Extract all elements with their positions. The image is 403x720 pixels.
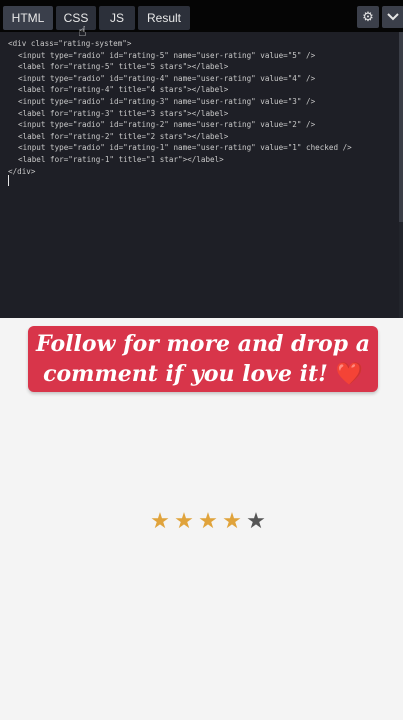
code-line: <div class="rating-system"> bbox=[8, 39, 132, 48]
code-editor: HTML CSS JS Result ☝ ⚙ <div class="ratin… bbox=[0, 0, 403, 318]
star-icon[interactable]: ★ bbox=[172, 508, 196, 536]
banner-line-2-text: comment if you love it! bbox=[43, 361, 328, 387]
gear-icon: ⚙ bbox=[362, 9, 374, 25]
follow-banner: Follow for more and drop a comment if yo… bbox=[28, 326, 378, 392]
star-rating[interactable]: ★ ★ ★ ★ ★ bbox=[148, 508, 268, 536]
settings-button[interactable]: ⚙ bbox=[357, 6, 379, 28]
banner-line-1: Follow for more and drop a bbox=[36, 331, 370, 357]
code-line: <label for="rating-5" title="5 stars"></… bbox=[18, 62, 229, 72]
code-line: </div> bbox=[8, 166, 36, 176]
star-icon[interactable]: ★ bbox=[148, 508, 172, 536]
tab-html[interactable]: HTML bbox=[3, 6, 53, 30]
code-line: <label for="rating-4" title="4 stars"></… bbox=[18, 85, 229, 95]
menu-button[interactable] bbox=[382, 6, 403, 28]
code-area[interactable]: <div class="rating-system"> <input type="… bbox=[0, 32, 400, 324]
code-line: <label for="rating-2" title="2 stars"></… bbox=[18, 131, 229, 141]
code-line: <input type="radio" id="rating-1" name="… bbox=[18, 143, 352, 153]
scrollbar[interactable] bbox=[399, 32, 403, 318]
heart-icon: ❤️ bbox=[335, 361, 363, 387]
code-line: <input type="radio" id="rating-3" name="… bbox=[18, 96, 316, 106]
code-line: <label for="rating-1" title="1 star"></l… bbox=[18, 154, 224, 164]
code-line: <label for="rating-3" title="3 stars"></… bbox=[18, 108, 229, 118]
code-line: <input type="radio" id="rating-5" name="… bbox=[18, 50, 316, 60]
chevron-down-icon bbox=[387, 13, 399, 21]
tab-bar: HTML CSS JS Result ☝ ⚙ bbox=[0, 0, 403, 39]
star-icon[interactable]: ★ bbox=[220, 508, 244, 536]
code-line: <input type="radio" id="rating-4" name="… bbox=[18, 73, 316, 83]
text-caret bbox=[8, 175, 9, 186]
star-icon[interactable]: ★ bbox=[196, 508, 220, 536]
code-line: <input type="radio" id="rating-2" name="… bbox=[18, 120, 316, 130]
star-icon[interactable]: ★ bbox=[244, 508, 268, 536]
tab-css[interactable]: CSS bbox=[56, 6, 96, 30]
tab-js[interactable]: JS bbox=[99, 6, 135, 30]
banner-line-2: comment if you love it! ❤️ bbox=[28, 359, 378, 389]
tab-result[interactable]: Result bbox=[138, 6, 190, 30]
scrollbar-thumb[interactable] bbox=[399, 32, 403, 222]
